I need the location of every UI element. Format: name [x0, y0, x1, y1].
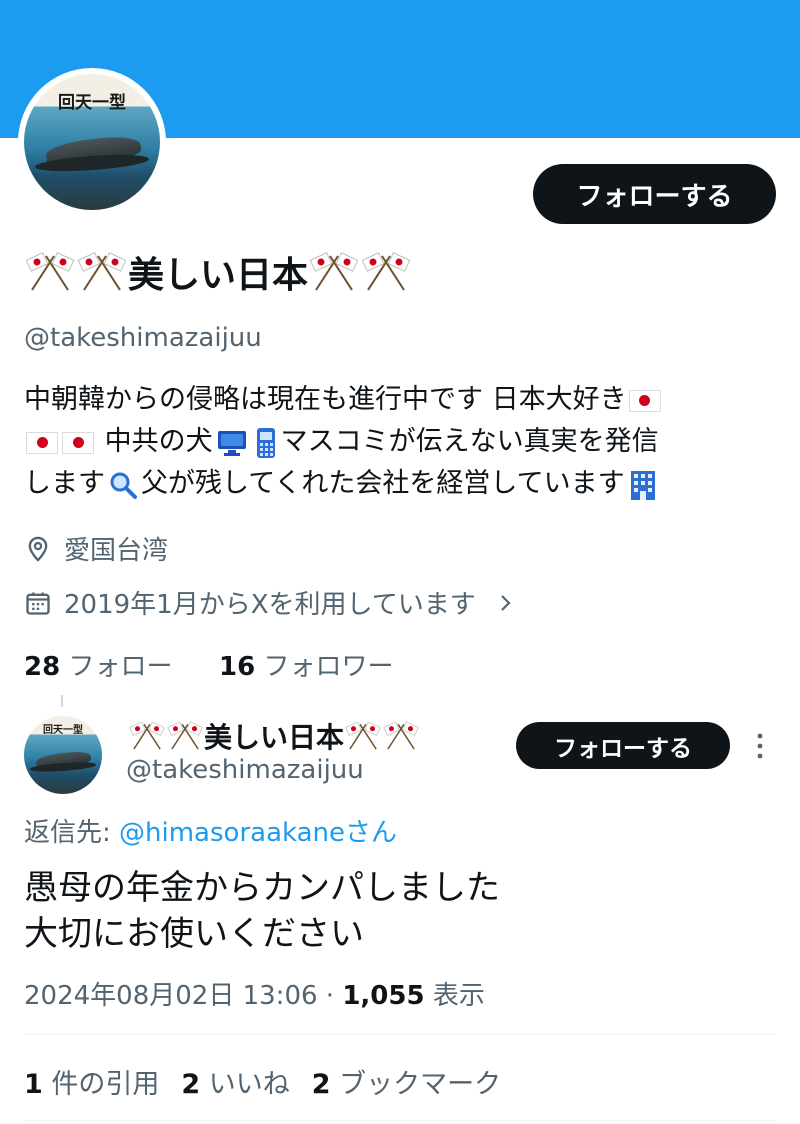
- tweet-text: 愚母の年金からカンパしました 大切にお使いください: [24, 865, 784, 957]
- more-vertical-icon[interactable]: [752, 732, 768, 760]
- likes-count: 2: [181, 1069, 201, 1100]
- office-building-icon: [630, 470, 655, 500]
- crossed-flags-icon: [309, 252, 359, 291]
- chevron-right-icon[interactable]: [494, 591, 518, 615]
- bio-line2b: マスコミが伝えない真実を発信: [280, 426, 659, 457]
- profile-bio: 中朝韓からの侵略は現在も進行中です 日本大好き 中共の犬 マスコミが伝えない真実を…: [24, 379, 784, 505]
- profile-joined[interactable]: 2019年1月からXを利用しています: [24, 584, 518, 621]
- tweet-author-handle[interactable]: @takeshimazaijuu: [126, 755, 364, 785]
- joined-text: 2019年1月からXを利用しています: [64, 590, 476, 620]
- likes-label: いいね: [200, 1069, 290, 1100]
- avatar-logo-text: 回天一型: [58, 92, 126, 113]
- location-text: 愛国台湾: [64, 536, 169, 566]
- bookmarks-count: 2: [311, 1069, 331, 1100]
- bio-line3b: 父が残してくれた会社を経営しています: [141, 468, 625, 499]
- japan-flag-icon: [628, 389, 661, 412]
- tweet-stats: 1 件の引用 2 いいね 2 ブックマーク: [24, 1062, 501, 1101]
- followers-count: 16: [219, 652, 256, 682]
- thread-line: [61, 695, 63, 707]
- bookmarks-label: ブックマーク: [330, 1069, 502, 1100]
- profile-display-name: 美しい日本: [24, 246, 412, 298]
- tweet-datetime[interactable]: 2024年08月02日 13:06: [24, 981, 318, 1011]
- bio-line2: 中共の犬: [104, 426, 213, 457]
- quotes-label: 件の引用: [42, 1069, 160, 1100]
- reply-suffix: さん: [345, 818, 398, 848]
- tweet-author-avatar[interactable]: 回天一型: [24, 716, 102, 794]
- crossed-flags-icon: [167, 721, 203, 750]
- avatar-logo-text: 回天一型: [43, 724, 83, 736]
- crossed-flags-icon: [361, 252, 411, 291]
- divider: [24, 1034, 776, 1035]
- profile-handle: @takeshimazaijuu: [24, 323, 262, 353]
- crossed-flags-icon: [345, 721, 381, 750]
- profile-avatar[interactable]: 回天一型: [18, 68, 166, 216]
- likes-link[interactable]: 2 いいね: [181, 1069, 289, 1100]
- computer-icon: [217, 430, 246, 456]
- reply-prefix: 返信先:: [24, 818, 120, 848]
- follow-counts: 28 フォロー 16 フォロワー: [24, 646, 393, 683]
- bio-line3a: します: [24, 468, 105, 499]
- reply-to-link[interactable]: @himasoraakane: [119, 818, 345, 848]
- tweet-follow-button[interactable]: フォローする: [516, 722, 730, 769]
- crossed-flags-icon: [383, 721, 419, 750]
- followers-label: フォロワー: [263, 652, 394, 682]
- japan-flag-icon: [26, 431, 58, 454]
- quotes-count: 1: [24, 1069, 43, 1100]
- crossed-flags-icon: [129, 721, 165, 750]
- profile-location: 愛国台湾: [24, 530, 168, 567]
- tweet-author-name-text: 美しい日本: [204, 721, 345, 754]
- bookmarks-link[interactable]: 2 ブックマーク: [312, 1069, 501, 1100]
- tweet-text-line2: 大切にお使いください: [24, 914, 364, 954]
- crossed-flags-icon: [25, 252, 75, 291]
- tweet-text-line1: 愚母の年金からカンパしました: [24, 868, 500, 908]
- follow-button[interactable]: フォローする: [533, 164, 776, 224]
- crossed-flags-icon: [77, 252, 127, 291]
- tweet-author-name[interactable]: 美しい日本: [128, 716, 420, 756]
- calendar-icon: [26, 592, 50, 615]
- bio-line1: 中朝韓からの侵略は現在も進行中です 日本大好き: [24, 384, 627, 415]
- following-label: フォロー: [68, 652, 173, 682]
- views-label: 表示: [424, 981, 485, 1011]
- tweet-meta: 2024年08月02日 13:06 · 1,055 表示: [24, 975, 485, 1012]
- japan-flag-icon: [62, 431, 94, 454]
- divider: [24, 1120, 776, 1121]
- followers-link[interactable]: 16 フォロワー: [219, 652, 393, 682]
- magnifier-icon: [110, 472, 137, 499]
- quotes-link[interactable]: 1 件の引用: [24, 1069, 159, 1100]
- display-name-text: 美しい日本: [128, 255, 309, 296]
- following-count: 28: [24, 652, 61, 682]
- following-link[interactable]: 28 フォロー: [24, 652, 172, 682]
- reply-context: 返信先: @himasoraakaneさん: [24, 812, 397, 849]
- phone-icon: [256, 427, 275, 458]
- location-pin-icon: [28, 536, 48, 562]
- views-count: 1,055: [342, 981, 425, 1011]
- meta-separator: ·: [317, 981, 343, 1011]
